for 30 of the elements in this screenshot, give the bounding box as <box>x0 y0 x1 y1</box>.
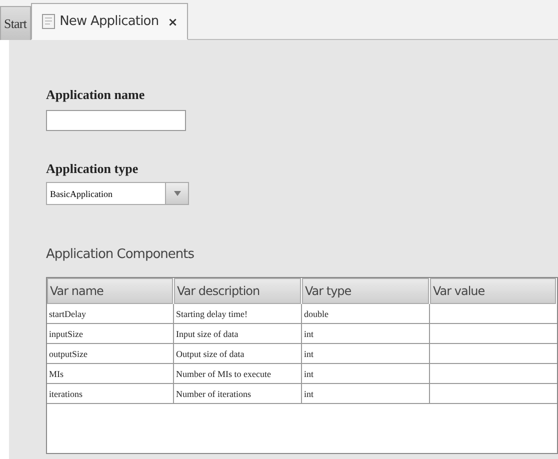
table-cell: inputSize <box>47 324 174 344</box>
document-icon <box>42 14 55 29</box>
column-header[interactable]: Var type <box>302 278 429 304</box>
name-input-field[interactable] <box>46 110 186 131</box>
table-cell: Number of iterations <box>174 384 302 404</box>
tab-label: New Application <box>60 14 159 29</box>
field-label: Application name <box>46 87 145 103</box>
table-cell: Input size of data <box>174 324 302 344</box>
table-cell: Number of MIs to execute <box>174 364 302 384</box>
section-title: Application Components <box>46 247 194 262</box>
table-cell: int <box>302 384 430 404</box>
column-header[interactable]: Var description <box>174 278 301 304</box>
table-cell: double <box>302 304 430 324</box>
table-cell: Starting delay time! <box>174 304 302 324</box>
column-header[interactable]: Var value <box>430 278 556 304</box>
table-cell: int <box>302 364 430 384</box>
type-dropdown[interactable]: BasicApplication <box>46 182 189 205</box>
column-header[interactable]: Var name <box>47 278 173 304</box>
tab[interactable]: Start <box>0 6 31 40</box>
table-cell: int <box>302 324 430 344</box>
field-label: Application type <box>46 161 138 177</box>
close-button[interactable]: × <box>168 14 178 28</box>
table-cell: iterations <box>47 384 174 404</box>
table-cell: int <box>302 344 430 364</box>
table-cell: Output size of data <box>174 344 302 364</box>
table-cell: MIs <box>47 364 174 384</box>
tab[interactable]: New Application × <box>30 3 188 40</box>
table-cell: startDelay <box>47 304 174 324</box>
table-cell: outputSize <box>47 344 174 364</box>
dropdown-arrow-icon <box>174 190 180 197</box>
